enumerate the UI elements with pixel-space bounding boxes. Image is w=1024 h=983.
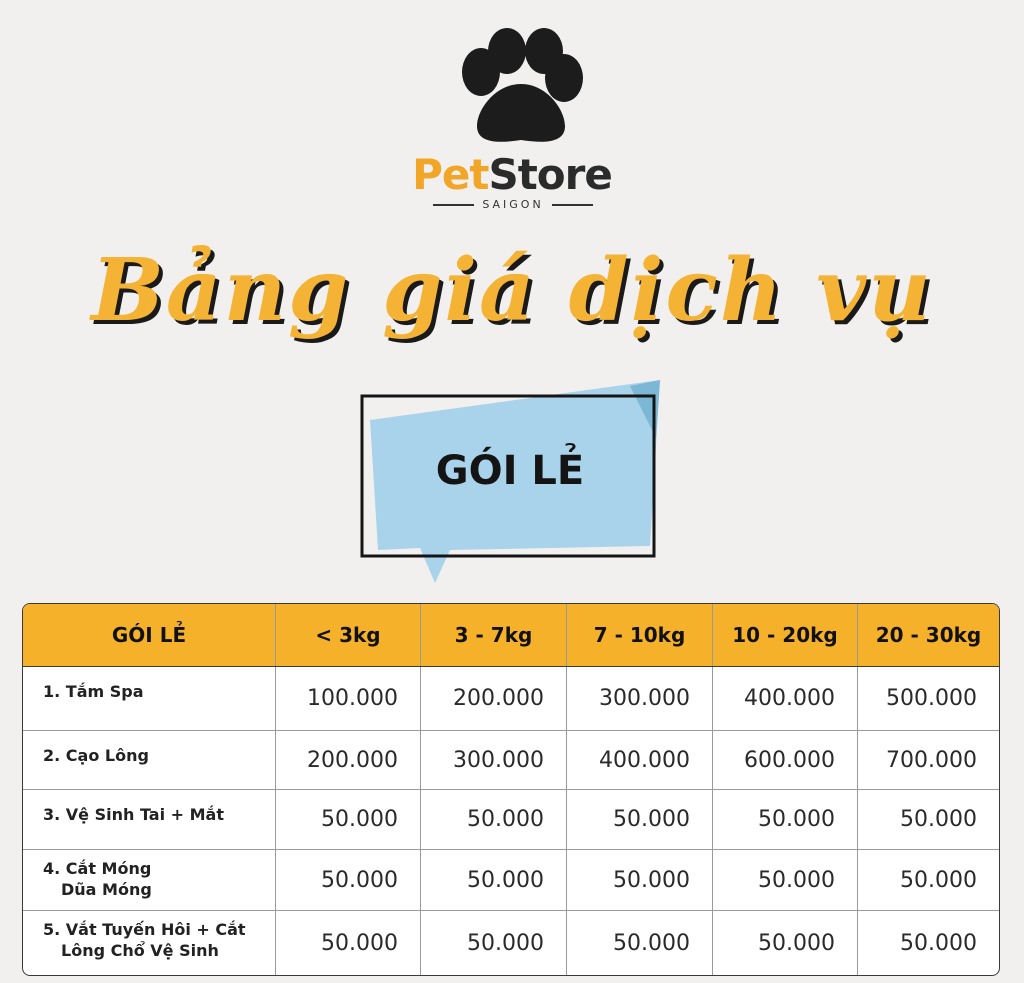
price-cell: 50.000 [421,911,567,975]
price-cell: 400.000 [567,731,713,789]
price-cell: 50.000 [567,911,713,975]
brand-name-part1: Pet [412,150,489,199]
brand-subtitle: SAIGON [482,198,544,211]
service-name: 1. Tắm Spa [23,667,276,730]
table-row: 5. Vắt Tuyến Hôi + Cắt Lông Chổ Vệ Sinh … [23,911,999,975]
service-name: 2. Cạo Lông [23,731,276,789]
price-cell: 50.000 [713,790,858,849]
package-banner: GÓI LẺ [360,378,670,588]
price-cell: 50.000 [276,790,421,849]
service-name-line2: Lông Chổ Vệ Sinh [61,941,219,960]
table-header-row: GÓI LẺ < 3kg 3 - 7kg 7 - 10kg 10 - 20kg … [23,604,999,667]
service-name: 3. Vệ Sinh Tai + Mắt [23,790,276,849]
price-cell: 50.000 [421,790,567,849]
table-row: 3. Vệ Sinh Tai + Mắt 50.000 50.000 50.00… [23,790,999,850]
price-cell: 700.000 [886,747,977,773]
brand-name-part2: Store [488,150,612,199]
divider [433,203,475,206]
price-cell: 300.000 [567,667,713,730]
brand-subtitle-row: SAIGON [433,198,593,211]
divider [551,203,593,206]
column-header: 7 - 10kg [567,604,713,666]
price-cell: 200.000 [276,731,421,789]
price-cell: 50.000 [900,867,977,893]
brand-name: PetStore [0,150,1024,199]
service-name-line1: 4. Cắt Móng [43,859,152,878]
banner-label: GÓI LẺ [435,448,585,494]
price-cell: 500.000 [886,686,977,711]
price-cell: 50.000 [713,850,858,910]
column-header: 3 - 7kg [421,604,567,666]
price-cell: 600.000 [713,731,858,789]
price-cell: 50.000 [276,850,421,910]
price-table: GÓI LẺ < 3kg 3 - 7kg 7 - 10kg 10 - 20kg … [22,603,1000,976]
paw-icon [455,28,585,151]
service-name-line1: 5. Vắt Tuyến Hôi + Cắt [43,920,246,939]
price-cell: 300.000 [421,731,567,789]
price-cell: 50.000 [421,850,567,910]
column-header: < 3kg [276,604,421,666]
column-header: GÓI LẺ [23,604,276,666]
column-header: 20 - 30kg [875,623,982,647]
price-cell: 100.000 [276,667,421,730]
service-name-line2: Dũa Móng [61,880,152,899]
table-row: 4. Cắt Móng Dũa Móng 50.000 50.000 50.00… [23,850,999,911]
column-header: 10 - 20kg [713,604,858,666]
price-cell: 50.000 [567,850,713,910]
price-cell: 50.000 [900,807,977,832]
price-cell: 50.000 [713,911,858,975]
table-row: 2. Cạo Lông 200.000 300.000 400.000 600.… [23,731,999,790]
price-cell: 400.000 [713,667,858,730]
price-cell: 50.000 [276,911,421,975]
price-cell: 200.000 [421,667,567,730]
service-name: 4. Cắt Móng Dũa Móng [23,850,276,910]
page-title: Bảng giá dịch vụ [91,240,933,341]
service-name: 5. Vắt Tuyến Hôi + Cắt Lông Chổ Vệ Sinh [23,911,276,975]
price-cell: 50.000 [567,790,713,849]
price-cell: 50.000 [900,931,977,956]
table-row: 1. Tắm Spa 100.000 200.000 300.000 400.0… [23,667,999,731]
